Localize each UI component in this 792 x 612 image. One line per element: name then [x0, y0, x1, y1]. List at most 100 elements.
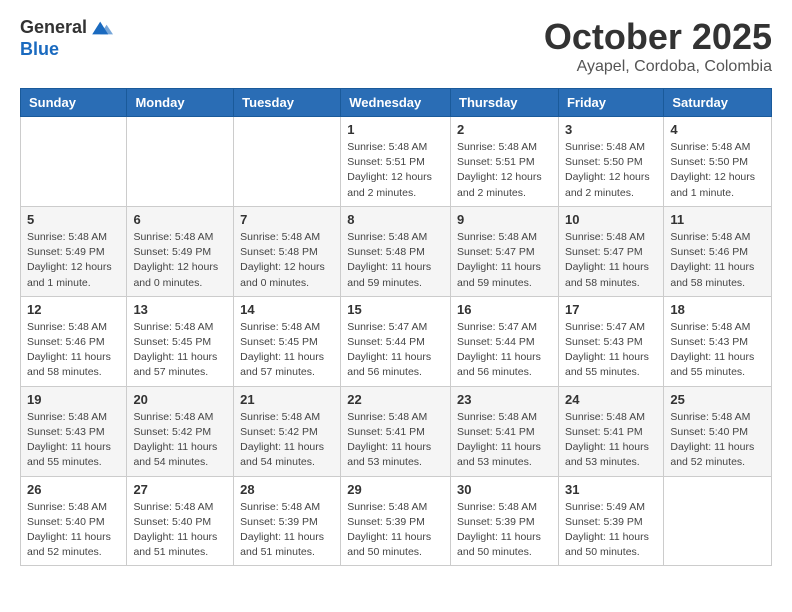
day-number: 4 [670, 122, 765, 137]
day-number: 27 [133, 482, 227, 497]
day-info: Sunrise: 5:48 AMSunset: 5:45 PMDaylight:… [133, 320, 227, 381]
day-info: Sunrise: 5:49 AMSunset: 5:39 PMDaylight:… [565, 500, 657, 561]
weekday-header-sunday: Sunday [21, 89, 127, 117]
day-number: 29 [347, 482, 444, 497]
day-number: 8 [347, 212, 444, 227]
calendar-cell: 20 Sunrise: 5:48 AMSunset: 5:42 PMDayligh… [127, 386, 234, 476]
day-number: 20 [133, 392, 227, 407]
calendar-cell: 21 Sunrise: 5:48 AMSunset: 5:42 PMDayligh… [234, 386, 341, 476]
day-info: Sunrise: 5:48 AMSunset: 5:39 PMDaylight:… [240, 500, 334, 561]
day-info: Sunrise: 5:48 AMSunset: 5:40 PMDaylight:… [27, 500, 120, 561]
calendar-cell: 11 Sunrise: 5:48 AMSunset: 5:46 PMDayligh… [664, 206, 772, 296]
day-info: Sunrise: 5:48 AMSunset: 5:49 PMDaylight:… [133, 230, 227, 291]
calendar-week-3: 12 Sunrise: 5:48 AMSunset: 5:46 PMDayligh… [21, 296, 772, 386]
day-info: Sunrise: 5:47 AMSunset: 5:44 PMDaylight:… [457, 320, 552, 381]
page: General Blue October 2025 Ayapel, Cordob… [0, 0, 792, 582]
day-info: Sunrise: 5:48 AMSunset: 5:40 PMDaylight:… [133, 500, 227, 561]
calendar-cell: 9Sunrise: 5:48 AMSunset: 5:47 PMDaylight… [451, 206, 559, 296]
calendar-cell: 24Sunrise: 5:48 AMSunset: 5:41 PMDayligh… [558, 386, 663, 476]
calendar-cell: 7 Sunrise: 5:48 AMSunset: 5:48 PMDaylight… [234, 206, 341, 296]
calendar-week-5: 26 Sunrise: 5:48 AMSunset: 5:40 PMDayligh… [21, 476, 772, 566]
day-number: 17 [565, 302, 657, 317]
weekday-header-friday: Friday [558, 89, 663, 117]
day-info: Sunrise: 5:48 AMSunset: 5:46 PMDaylight:… [27, 320, 120, 381]
day-number: 6 [133, 212, 227, 227]
calendar-cell: 18Sunrise: 5:48 AMSunset: 5:43 PMDayligh… [664, 296, 772, 386]
day-info: Sunrise: 5:48 AMSunset: 5:45 PMDaylight:… [240, 320, 334, 381]
day-info: Sunrise: 5:48 AMSunset: 5:43 PMDaylight:… [27, 410, 120, 471]
calendar-cell [664, 476, 772, 566]
day-number: 28 [240, 482, 334, 497]
day-info: Sunrise: 5:48 AMSunset: 5:47 PMDaylight:… [457, 230, 552, 291]
weekday-header-thursday: Thursday [451, 89, 559, 117]
day-info: Sunrise: 5:48 AMSunset: 5:48 PMDaylight:… [240, 230, 334, 291]
day-info: Sunrise: 5:48 AMSunset: 5:42 PMDaylight:… [240, 410, 334, 471]
logo: General Blue [20, 16, 113, 60]
weekday-header-row: SundayMondayTuesdayWednesdayThursdayFrid… [21, 89, 772, 117]
day-number: 5 [27, 212, 120, 227]
calendar-cell: 1 Sunrise: 5:48 AMSunset: 5:51 PMDaylight… [341, 117, 451, 207]
calendar-cell: 23 Sunrise: 5:48 AMSunset: 5:41 PMDayligh… [451, 386, 559, 476]
title-block: October 2025 Ayapel, Cordoba, Colombia [544, 16, 772, 76]
logo-general-text: General [20, 18, 87, 38]
day-info: Sunrise: 5:48 AMSunset: 5:40 PMDaylight:… [670, 410, 765, 471]
day-info: Sunrise: 5:48 AMSunset: 5:41 PMDaylight:… [457, 410, 552, 471]
day-number: 12 [27, 302, 120, 317]
day-number: 31 [565, 482, 657, 497]
day-number: 16 [457, 302, 552, 317]
calendar-cell [21, 117, 127, 207]
day-number: 10 [565, 212, 657, 227]
calendar-cell: 17 Sunrise: 5:47 AMSunset: 5:43 PMDayligh… [558, 296, 663, 386]
day-number: 14 [240, 302, 334, 317]
day-number: 3 [565, 122, 657, 137]
calendar-cell: 12 Sunrise: 5:48 AMSunset: 5:46 PMDayligh… [21, 296, 127, 386]
day-number: 26 [27, 482, 120, 497]
calendar-cell: 29Sunrise: 5:48 AMSunset: 5:39 PMDayligh… [341, 476, 451, 566]
day-info: Sunrise: 5:48 AMSunset: 5:41 PMDaylight:… [565, 410, 657, 471]
calendar-cell [234, 117, 341, 207]
weekday-header-monday: Monday [127, 89, 234, 117]
day-number: 21 [240, 392, 334, 407]
calendar-cell: 14 Sunrise: 5:48 AMSunset: 5:45 PMDayligh… [234, 296, 341, 386]
calendar-cell: 2 Sunrise: 5:48 AMSunset: 5:51 PMDaylight… [451, 117, 559, 207]
day-number: 1 [347, 122, 444, 137]
weekday-header-tuesday: Tuesday [234, 89, 341, 117]
day-number: 15 [347, 302, 444, 317]
calendar-cell [127, 117, 234, 207]
day-number: 2 [457, 122, 552, 137]
day-info: Sunrise: 5:48 AMSunset: 5:46 PMDaylight:… [670, 230, 765, 291]
day-info: Sunrise: 5:48 AMSunset: 5:51 PMDaylight:… [457, 140, 552, 201]
calendar-cell: 22Sunrise: 5:48 AMSunset: 5:41 PMDayligh… [341, 386, 451, 476]
calendar-cell: 26 Sunrise: 5:48 AMSunset: 5:40 PMDayligh… [21, 476, 127, 566]
day-info: Sunrise: 5:48 AMSunset: 5:42 PMDaylight:… [133, 410, 227, 471]
day-number: 23 [457, 392, 552, 407]
calendar-cell: 28 Sunrise: 5:48 AMSunset: 5:39 PMDayligh… [234, 476, 341, 566]
calendar-week-4: 19 Sunrise: 5:48 AMSunset: 5:43 PMDayligh… [21, 386, 772, 476]
day-info: Sunrise: 5:48 AMSunset: 5:50 PMDaylight:… [565, 140, 657, 201]
calendar-week-2: 5 Sunrise: 5:48 AMSunset: 5:49 PMDaylight… [21, 206, 772, 296]
day-info: Sunrise: 5:48 AMSunset: 5:50 PMDaylight:… [670, 140, 765, 201]
day-info: Sunrise: 5:48 AMSunset: 5:49 PMDaylight:… [27, 230, 120, 291]
logo-icon [89, 16, 113, 40]
calendar-cell: 8 Sunrise: 5:48 AMSunset: 5:48 PMDaylight… [341, 206, 451, 296]
day-info: Sunrise: 5:48 AMSunset: 5:51 PMDaylight:… [347, 140, 444, 201]
calendar-cell: 5 Sunrise: 5:48 AMSunset: 5:49 PMDaylight… [21, 206, 127, 296]
calendar-cell: 30Sunrise: 5:48 AMSunset: 5:39 PMDayligh… [451, 476, 559, 566]
day-info: Sunrise: 5:47 AMSunset: 5:44 PMDaylight:… [347, 320, 444, 381]
calendar-week-1: 1 Sunrise: 5:48 AMSunset: 5:51 PMDaylight… [21, 117, 772, 207]
day-number: 11 [670, 212, 765, 227]
day-info: Sunrise: 5:48 AMSunset: 5:48 PMDaylight:… [347, 230, 444, 291]
day-number: 19 [27, 392, 120, 407]
day-info: Sunrise: 5:48 AMSunset: 5:41 PMDaylight:… [347, 410, 444, 471]
day-number: 7 [240, 212, 334, 227]
calendar-cell: 4 Sunrise: 5:48 AMSunset: 5:50 PMDaylight… [664, 117, 772, 207]
calendar-cell: 16 Sunrise: 5:47 AMSunset: 5:44 PMDayligh… [451, 296, 559, 386]
header: General Blue October 2025 Ayapel, Cordob… [20, 16, 772, 76]
calendar-cell: 31 Sunrise: 5:49 AMSunset: 5:39 PMDayligh… [558, 476, 663, 566]
day-info: Sunrise: 5:47 AMSunset: 5:43 PMDaylight:… [565, 320, 657, 381]
day-info: Sunrise: 5:48 AMSunset: 5:39 PMDaylight:… [457, 500, 552, 561]
calendar-cell: 13Sunrise: 5:48 AMSunset: 5:45 PMDayligh… [127, 296, 234, 386]
calendar-cell: 19 Sunrise: 5:48 AMSunset: 5:43 PMDayligh… [21, 386, 127, 476]
calendar-table: SundayMondayTuesdayWednesdayThursdayFrid… [20, 88, 772, 566]
location-title: Ayapel, Cordoba, Colombia [544, 58, 772, 76]
